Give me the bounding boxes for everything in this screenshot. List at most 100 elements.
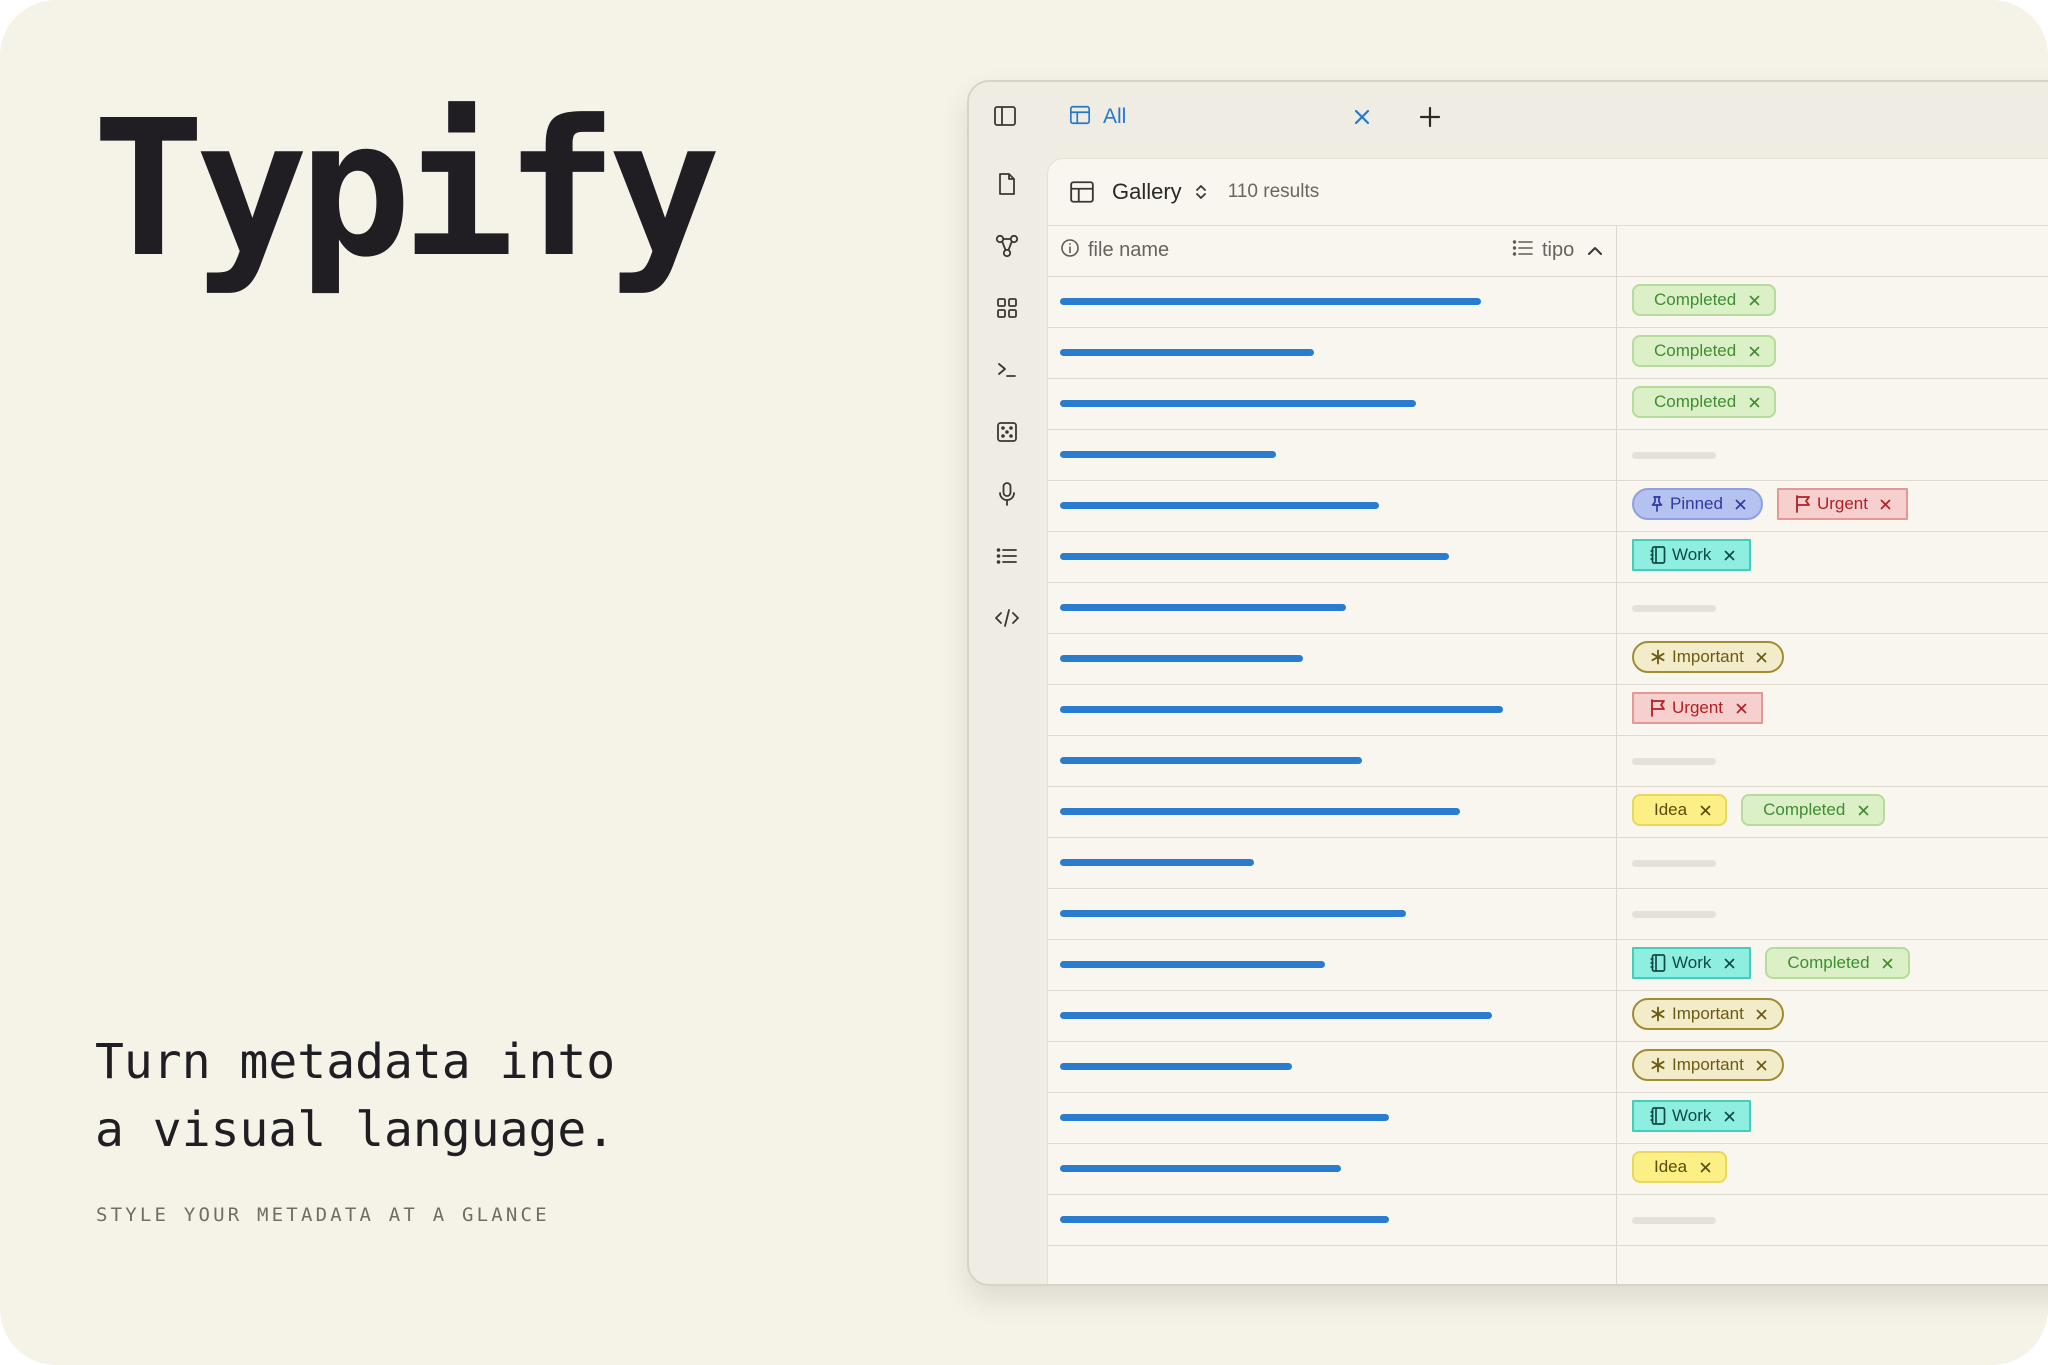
remove-tag-icon[interactable] (1857, 804, 1869, 816)
table-row[interactable]: Work (1048, 532, 2048, 583)
tag-idea[interactable]: Idea (1632, 1151, 1728, 1183)
table-row[interactable] (1048, 430, 2048, 481)
table-row[interactable] (1048, 838, 2048, 889)
table-row[interactable] (1048, 889, 2048, 940)
column-header-tipo[interactable]: tipo (1512, 238, 1574, 263)
tab-label: All (1103, 105, 1127, 128)
tag-urgent[interactable]: Urgent (1776, 488, 1908, 520)
empty-cell-placeholder (1632, 758, 1716, 765)
table-row[interactable]: Important (1048, 991, 2048, 1042)
table-row[interactable]: Work Completed (1048, 940, 2048, 991)
tag-work[interactable]: Work (1632, 1100, 1752, 1132)
empty-cell-placeholder (1632, 605, 1716, 612)
asterisk-icon (1650, 1006, 1666, 1022)
new-tab-plus-icon[interactable] (1415, 102, 1445, 132)
tag-completed[interactable]: Completed (1632, 386, 1777, 418)
file-name-placeholder-bar (1060, 655, 1303, 662)
file-icon[interactable] (991, 168, 1023, 200)
file-name-placeholder-bar (1060, 1063, 1292, 1070)
table-row[interactable]: Completed (1048, 277, 2048, 328)
file-name-placeholder-bar (1060, 961, 1325, 968)
table-row[interactable]: Urgent (1048, 685, 2048, 736)
table-icon (1068, 178, 1096, 206)
remove-tag-icon[interactable] (1748, 294, 1760, 306)
tag-label: Important (1672, 647, 1744, 666)
remove-tag-icon[interactable] (1723, 1110, 1735, 1122)
notebook-icon (1650, 954, 1666, 972)
tag-completed[interactable]: Completed (1632, 335, 1777, 367)
dice-icon[interactable] (991, 416, 1023, 448)
tag-list: Work (1632, 1100, 1752, 1132)
table-row[interactable]: Completed (1048, 328, 2048, 379)
info-icon (1060, 238, 1080, 263)
tag-list: Completed (1632, 386, 1777, 418)
tag-list: Pinned Urgent (1632, 488, 1908, 520)
tag-label: Completed (1654, 392, 1737, 411)
view-header: Gallery 110 results (1048, 159, 2048, 226)
list-icon (1512, 238, 1534, 263)
tag-work[interactable]: Work (1632, 947, 1752, 979)
tag-important[interactable]: Important (1632, 998, 1784, 1030)
tag-completed[interactable]: Completed (1741, 794, 1886, 826)
graph-icon[interactable] (991, 230, 1023, 262)
tag-list: Work Completed (1632, 947, 1910, 979)
tag-completed[interactable]: Completed (1632, 284, 1777, 316)
remove-tag-icon[interactable] (1723, 549, 1735, 561)
tag-label: Completed (1787, 953, 1870, 972)
remove-tag-icon[interactable] (1699, 804, 1711, 816)
terminal-icon[interactable] (991, 354, 1023, 386)
file-name-placeholder-bar (1060, 757, 1362, 764)
view-selector[interactable]: Gallery (1112, 179, 1182, 205)
table-row[interactable]: Pinned Urgent (1048, 481, 2048, 532)
tag-work[interactable]: Work (1632, 539, 1752, 571)
tag-label: Completed (1654, 341, 1737, 360)
file-name-placeholder-bar (1060, 706, 1503, 713)
tag-list: Completed (1632, 335, 1777, 367)
tag-important[interactable]: Important (1632, 1049, 1784, 1081)
column-header-file-name[interactable]: file name (1060, 238, 1169, 263)
remove-tag-icon[interactable] (1882, 957, 1894, 969)
remove-tag-icon[interactable] (1756, 651, 1768, 663)
file-name-placeholder-bar (1060, 1114, 1389, 1121)
table-row[interactable] (1048, 736, 2048, 787)
flag-icon (1795, 495, 1811, 513)
remove-tag-icon[interactable] (1699, 1161, 1711, 1173)
remove-tag-icon[interactable] (1756, 1059, 1768, 1071)
sidebar-toggle-icon[interactable] (991, 102, 1019, 130)
tag-list: Important (1632, 641, 1784, 673)
chevron-up-icon[interactable] (1584, 240, 1606, 262)
remove-tag-icon[interactable] (1748, 396, 1760, 408)
chevron-up-down-icon[interactable] (1192, 181, 1210, 203)
remove-tag-icon[interactable] (1748, 345, 1760, 357)
table-row[interactable]: Idea (1048, 1144, 2048, 1195)
remove-tag-icon[interactable] (1723, 957, 1735, 969)
remove-tag-icon[interactable] (1735, 702, 1747, 714)
tag-label: Work (1672, 545, 1712, 564)
remove-tag-icon[interactable] (1880, 498, 1892, 510)
column-headers: file name tipo (1048, 226, 2048, 277)
grid-icon[interactable] (991, 292, 1023, 324)
list-icon[interactable] (991, 540, 1023, 572)
code-icon[interactable] (991, 602, 1023, 634)
close-tab-icon[interactable] (1349, 104, 1375, 130)
tag-urgent[interactable]: Urgent (1632, 692, 1764, 724)
tag-important[interactable]: Important (1632, 641, 1784, 673)
microphone-icon[interactable] (991, 478, 1023, 510)
table-row[interactable]: Important (1048, 634, 2048, 685)
file-name-placeholder-bar (1060, 1216, 1389, 1223)
table-row[interactable]: Completed (1048, 379, 2048, 430)
remove-tag-icon[interactable] (1756, 1008, 1768, 1020)
table-row[interactable]: Idea Completed (1048, 787, 2048, 838)
file-name-placeholder-bar (1060, 400, 1416, 407)
tag-completed[interactable]: Completed (1765, 947, 1910, 979)
tag-pinned[interactable]: Pinned (1632, 488, 1763, 520)
empty-cell-placeholder (1632, 452, 1716, 459)
table-row[interactable] (1048, 1195, 2048, 1246)
table-row[interactable]: Work (1048, 1093, 2048, 1144)
tag-list: Work (1632, 539, 1752, 571)
tab-all[interactable]: All (1069, 100, 1359, 134)
remove-tag-icon[interactable] (1735, 498, 1747, 510)
table-row[interactable] (1048, 583, 2048, 634)
tag-idea[interactable]: Idea (1632, 794, 1728, 826)
table-row[interactable]: Important (1048, 1042, 2048, 1093)
